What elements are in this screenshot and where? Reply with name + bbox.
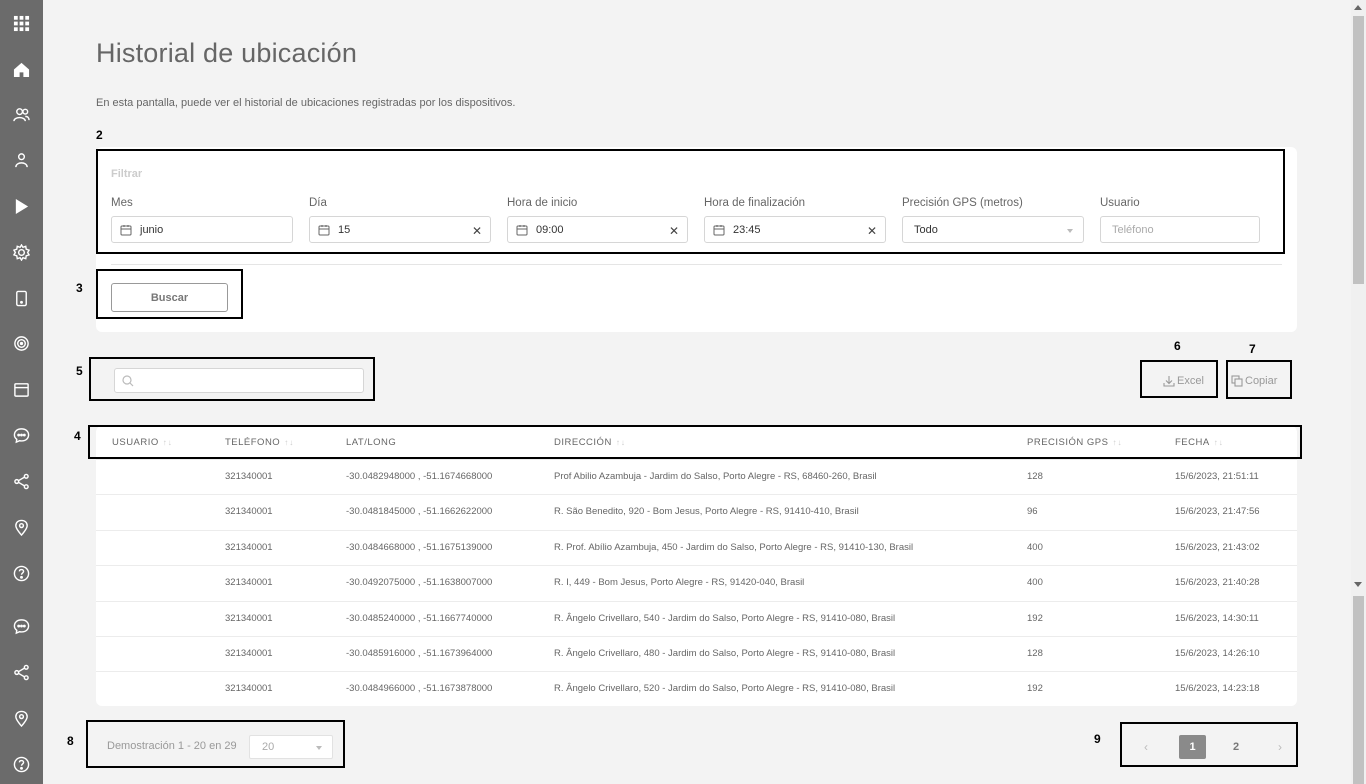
share-icon[interactable]	[0, 467, 43, 495]
cell-fecha: 15/6/2023, 14:30:11	[1175, 612, 1259, 624]
cell-fecha: 15/6/2023, 21:43:02	[1175, 541, 1260, 553]
cell-precision: 192	[1027, 612, 1043, 624]
users-icon[interactable]	[0, 100, 43, 128]
location-pin-icon[interactable]	[0, 704, 43, 732]
annotation-box-8	[86, 720, 345, 768]
cell-latlong: -30.0481845000 , -51.1662622000	[346, 506, 493, 518]
cell-latlong: -30.0484668000 , -51.1675139000	[346, 541, 493, 553]
cell-telefono: 321340001	[225, 541, 273, 553]
calendar-icon[interactable]	[0, 375, 43, 403]
cell-direccion: R. Prof. Abílio Azambuja, 450 - Jardim d…	[554, 541, 914, 553]
cell-fecha: 15/6/2023, 14:23:18	[1175, 683, 1260, 695]
cell-fecha: 15/6/2023, 14:26:10	[1175, 648, 1260, 659]
annotation-marker-8: 8	[67, 734, 74, 748]
table-row[interactable]: 321340001 -30.0484966000 , -51.1673878000…	[96, 671, 1297, 706]
annotation-box-5	[89, 357, 375, 401]
annotation-marker-5: 5	[76, 364, 83, 378]
sidebar	[0, 0, 43, 784]
cell-latlong: -30.0492075000 , -51.1638007000	[346, 577, 493, 589]
vertical-scrollbar[interactable]	[1351, 0, 1366, 784]
chat-icon[interactable]	[0, 421, 43, 449]
device-phone-icon[interactable]	[0, 284, 43, 312]
chat-icon[interactable]	[0, 612, 43, 640]
play-store-icon[interactable]	[0, 192, 43, 220]
cell-precision: 128	[1027, 471, 1043, 482]
location-pin-icon[interactable]	[0, 513, 43, 541]
cell-direccion: R. São Benedito, 920 - Bom Jesus, Porto …	[554, 506, 859, 518]
annotation-marker-4: 4	[74, 429, 81, 443]
target-icon[interactable]	[0, 329, 43, 357]
annotation-marker-7: 7	[1249, 342, 1256, 356]
cell-telefono: 321340001	[225, 683, 273, 695]
scroll-up-icon[interactable]	[1354, 5, 1362, 10]
help-icon[interactable]	[0, 750, 43, 778]
scroll-down-icon[interactable]	[1354, 582, 1362, 587]
table-row[interactable]: 321340001 -30.0485916000 , -51.1673964000…	[96, 636, 1297, 671]
scrollbar-thumb[interactable]	[1353, 16, 1364, 284]
page-title: Historial de ubicación	[96, 38, 358, 68]
table-row[interactable]: 321340001 -30.0492075000 , -51.1638007000…	[96, 565, 1297, 600]
divider	[111, 264, 1282, 265]
cell-precision: 400	[1027, 541, 1043, 553]
cell-direccion: R. I, 449 - Bom Jesus, Porto Alegre - RS…	[554, 577, 805, 589]
page-description: En esta pantalla, puede ver el historial…	[96, 97, 516, 109]
annotation-box-7	[1226, 360, 1292, 399]
table-row[interactable]: 321340001 -30.0485240000 , -51.1667740000…	[96, 600, 1297, 636]
cell-latlong: -30.0485916000 , -51.1673964000	[346, 648, 493, 659]
cell-fecha: 15/6/2023, 21:47:56	[1175, 506, 1260, 518]
share-icon[interactable]	[0, 658, 43, 686]
cell-precision: 400	[1027, 577, 1043, 589]
cell-telefono: 321340001	[225, 612, 273, 624]
table-row[interactable]: 321340001 -30.0481845000 , -51.1662622000…	[96, 494, 1297, 529]
apps-grid-icon[interactable]	[0, 9, 43, 37]
table-row[interactable]: 321340001 -30.0482948000 , -51.1674668000…	[96, 459, 1297, 494]
scrollbar-thumb-lower[interactable]	[1353, 596, 1364, 784]
annotation-marker-9: 9	[1094, 732, 1101, 746]
cell-latlong: -30.0484966000 , -51.1673878000	[346, 683, 493, 695]
annotation-marker-2: 2	[96, 128, 103, 142]
annotation-box-6	[1140, 360, 1218, 398]
table-row[interactable]: 321340001 -30.0484668000 , -51.1675139000…	[96, 529, 1297, 565]
cell-telefono: 321340001	[225, 648, 273, 659]
annotation-marker-3: 3	[76, 281, 83, 295]
cell-direccion: R. Ângelo Crivellaro, 520 - Jardim do Sa…	[554, 683, 896, 695]
user-icon[interactable]	[0, 146, 43, 174]
cell-latlong: -30.0482948000 , -51.1674668000	[346, 471, 493, 482]
annotation-box-2	[96, 149, 1285, 254]
cell-telefono: 321340001	[225, 471, 273, 482]
help-icon[interactable]	[0, 559, 43, 587]
cell-precision: 128	[1027, 648, 1043, 659]
annotation-box-3	[96, 269, 243, 319]
cell-precision: 96	[1027, 506, 1038, 518]
cell-telefono: 321340001	[225, 577, 273, 589]
cell-latlong: -30.0485240000 , -51.1667740000	[346, 612, 493, 624]
annotation-marker-6: 6	[1174, 339, 1181, 353]
cell-direccion: Prof Abilio Azambuja - Jardim do Salso, …	[554, 471, 877, 482]
cell-fecha: 15/6/2023, 21:51:11	[1175, 471, 1259, 482]
cell-telefono: 321340001	[225, 506, 273, 518]
cell-direccion: R. Ângelo Crivellaro, 540 - Jardim do Sa…	[554, 612, 896, 624]
home-icon[interactable]	[0, 55, 43, 83]
annotation-box-9	[1120, 722, 1298, 767]
annotation-box-4	[88, 425, 1302, 459]
settings-gear-icon[interactable]	[0, 238, 43, 266]
cell-fecha: 15/6/2023, 21:40:28	[1175, 577, 1260, 589]
cell-precision: 192	[1027, 683, 1043, 695]
cell-direccion: R. Ângelo Crivellaro, 480 - Jardim do Sa…	[554, 648, 896, 659]
